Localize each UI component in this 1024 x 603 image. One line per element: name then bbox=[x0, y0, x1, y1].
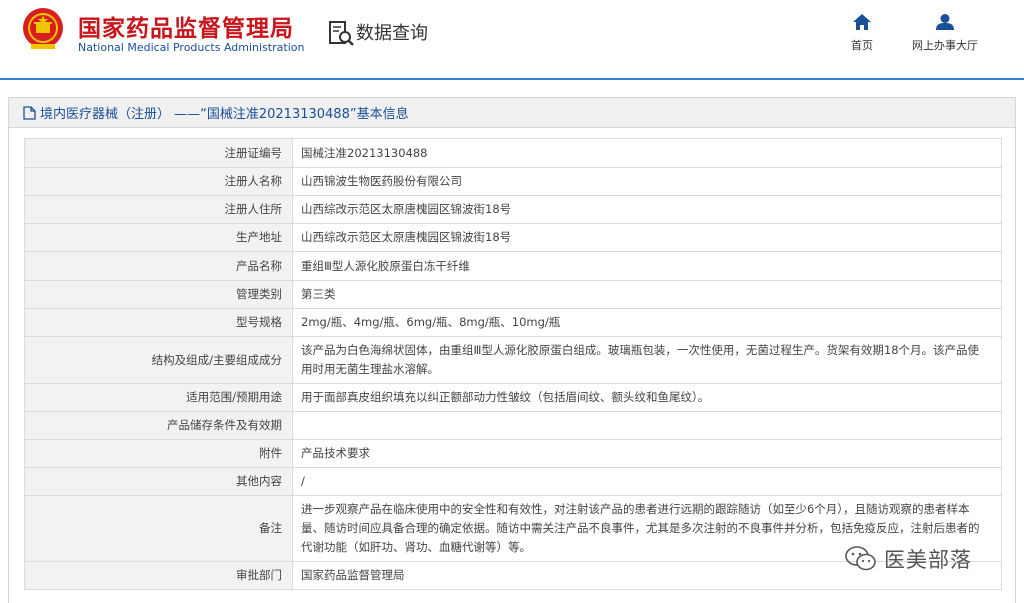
row-label: 注册人住所 bbox=[24, 195, 293, 224]
row-value: / bbox=[292, 467, 1002, 496]
data-query-icon bbox=[329, 21, 354, 46]
document-icon bbox=[23, 105, 36, 120]
row-label: 注册人名称 bbox=[24, 167, 293, 196]
row-value bbox=[292, 411, 1002, 440]
panel-title: 境内医疗器械（注册） ——“国械注准20213130488”基本信息 bbox=[40, 107, 409, 122]
row-value: 重组Ⅲ型人源化胶原蛋白冻干纤维 bbox=[292, 251, 1002, 281]
panel-header: 境内医疗器械（注册） ——“国械注准20213130488”基本信息 bbox=[9, 98, 1015, 128]
table-row: 产品名称 重组Ⅲ型人源化胶原蛋白冻干纤维 bbox=[24, 251, 1002, 281]
row-label: 注册证编号 bbox=[24, 138, 293, 168]
row-value: 该产品为白色海绵状固体，由重组Ⅲ型人源化胶原蛋白组成。玻璃瓶包装，一次性使用，无… bbox=[292, 336, 1002, 384]
table-row: 结构及组成/主要组成成分 该产品为白色海绵状固体，由重组Ⅲ型人源化胶原蛋白组成。… bbox=[24, 336, 1002, 384]
row-value: 2mg/瓶、4mg/瓶、6mg/瓶、8mg/瓶、10mg/瓶 bbox=[292, 308, 1002, 337]
table-row: 管理类别 第三类 bbox=[24, 280, 1002, 309]
watermark-text: 医美部落 bbox=[884, 548, 972, 572]
row-value: 山西综改示范区太原唐槐园区锦波街18号 bbox=[292, 223, 1002, 252]
row-value: 用于面部真皮组织填充以纠正额部动力性皱纹（包括眉间纹、额头纹和鱼尾纹）。 bbox=[292, 383, 1002, 412]
table-row: 型号规格 2mg/瓶、4mg/瓶、6mg/瓶、8mg/瓶、10mg/瓶 bbox=[24, 308, 1002, 337]
info-table-wrap: 注册证编号 国械注准20213130488 注册人名称 山西锦波生物医药股份有限… bbox=[24, 138, 1002, 590]
table-row: 注册人住所 山西综改示范区太原唐槐园区锦波街18号 bbox=[24, 195, 1002, 224]
user-icon bbox=[936, 14, 954, 30]
table-row: 附件 产品技术要求 bbox=[24, 439, 1002, 468]
site-name-en: National Medical Products Administration bbox=[78, 41, 305, 54]
site-name: 国家药品监督管理局 bbox=[78, 16, 294, 42]
row-label: 附件 bbox=[24, 439, 293, 468]
row-label: 生产地址 bbox=[24, 223, 293, 252]
info-panel: 境内医疗器械（注册） ——“国械注准20213130488”基本信息 注册证编号… bbox=[8, 97, 1016, 603]
table-row: 注册人名称 山西锦波生物医药股份有限公司 bbox=[24, 167, 1002, 196]
row-label: 审批部门 bbox=[24, 561, 293, 590]
row-label: 产品储存条件及有效期 bbox=[24, 411, 293, 440]
row-label: 适用范围/预期用途 bbox=[24, 383, 293, 412]
watermark: 医美部落 bbox=[844, 544, 972, 574]
row-label: 产品名称 bbox=[24, 251, 293, 281]
row-value: 第三类 bbox=[292, 280, 1002, 309]
info-table: 注册证编号 国械注准20213130488 注册人名称 山西锦波生物医药股份有限… bbox=[24, 138, 1002, 590]
row-label: 型号规格 bbox=[24, 308, 293, 337]
table-row: 其他内容 / bbox=[24, 467, 1002, 496]
national-emblem-icon bbox=[23, 8, 63, 49]
table-row: 产品储存条件及有效期 bbox=[24, 411, 1002, 440]
row-value: 产品技术要求 bbox=[292, 439, 1002, 468]
row-label: 结构及组成/主要组成成分 bbox=[24, 336, 293, 384]
row-value: 山西综改示范区太原唐槐园区锦波街18号 bbox=[292, 195, 1002, 224]
row-value: 国械注准20213130488 bbox=[292, 138, 1002, 168]
row-value: 山西锦波生物医药股份有限公司 bbox=[292, 167, 1002, 196]
site-header: 国家药品监督管理局 National Medical Products Admi… bbox=[0, 0, 1024, 78]
table-row: 适用范围/预期用途 用于面部真皮组织填充以纠正额部动力性皱纹（包括眉间纹、额头纹… bbox=[24, 383, 1002, 412]
nav-online-service-label: 网上办事大厅 bbox=[912, 39, 978, 52]
row-label: 管理类别 bbox=[24, 280, 293, 309]
wechat-icon bbox=[845, 546, 876, 571]
home-icon bbox=[853, 14, 871, 30]
nav-home-link[interactable]: 首页 bbox=[842, 14, 882, 53]
nav-online-service-link[interactable]: 网上办事大厅 bbox=[903, 14, 987, 53]
row-label: 备注 bbox=[24, 495, 293, 562]
table-row: 注册证编号 国械注准20213130488 bbox=[24, 138, 1002, 168]
data-query-title: 数据查询 bbox=[356, 23, 428, 44]
table-row: 生产地址 山西综改示范区太原唐槐园区锦波街18号 bbox=[24, 223, 1002, 252]
row-label: 其他内容 bbox=[24, 467, 293, 496]
nav-home-label: 首页 bbox=[851, 39, 873, 52]
header-divider bbox=[0, 78, 1024, 80]
